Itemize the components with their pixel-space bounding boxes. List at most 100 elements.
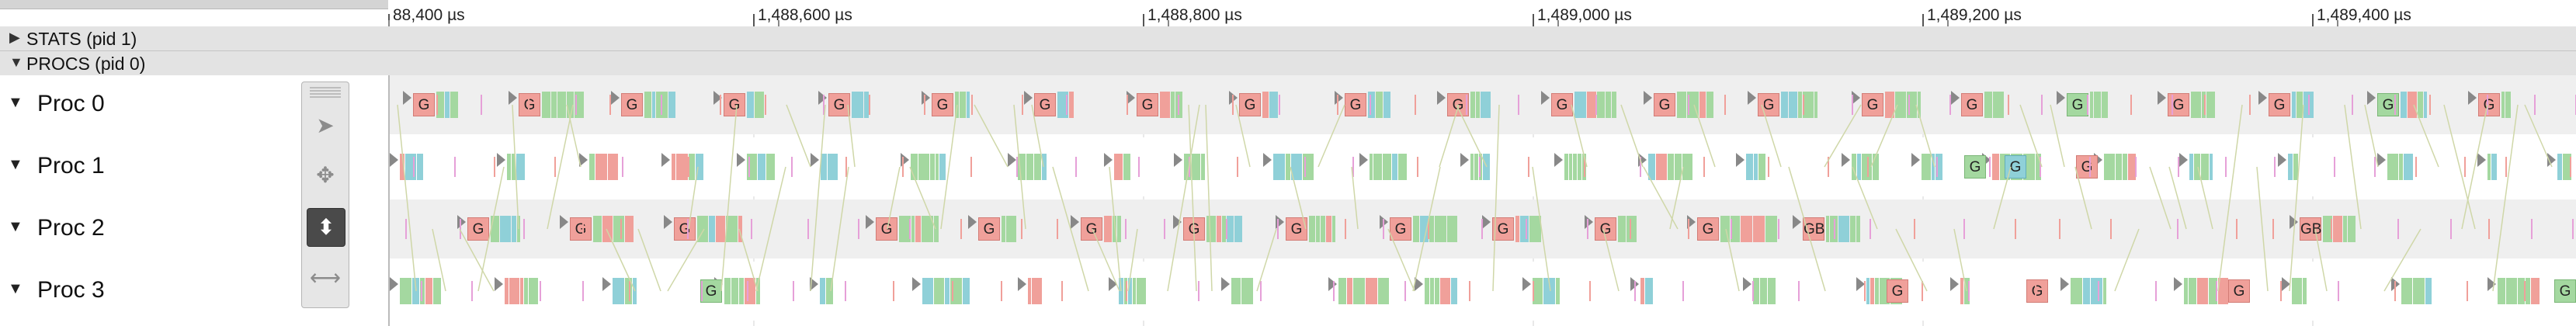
ruler-label: 1,489,400 µs (2317, 6, 2411, 24)
ruler-minor-tick (1557, 20, 1559, 26)
flow-arrow (2149, 166, 2172, 230)
collapse-arrow-icon[interactable]: ▼ (8, 156, 23, 174)
flow-arrow (1387, 228, 1415, 292)
flow-arrow (477, 166, 505, 292)
flow-arrow (1824, 104, 1862, 168)
ruler-minor-tick (2337, 20, 2338, 26)
flow-arrow (1031, 104, 1044, 168)
flow-arrow (1235, 104, 1251, 168)
timing-icon[interactable]: ⟷ (307, 259, 344, 297)
ruler-minor-tick (1947, 20, 1949, 26)
collapse-arrow-icon[interactable]: ▼ (8, 218, 23, 236)
flow-arrow (2383, 228, 2422, 292)
flow-arrow (2217, 104, 2243, 292)
flow-arrow (1620, 104, 1644, 168)
ruler-major-tick (753, 14, 755, 26)
ruler-minor-tick (1168, 20, 1169, 26)
flow-arrow (1602, 228, 1620, 292)
ruler-label: 1,488,800 µs (1147, 6, 1242, 24)
flow-arrow (1643, 166, 1679, 230)
flow-arrow (1895, 228, 1928, 292)
flow-arrow (2019, 104, 2043, 168)
flow-arrow (909, 166, 936, 230)
flow-arrow (2050, 104, 2065, 168)
flow-arrow (1318, 104, 1345, 168)
flow-arrow (1852, 166, 1878, 230)
flow-arrow (940, 104, 958, 230)
flow-arrow (1761, 104, 1782, 168)
flow-arrow (1290, 166, 1307, 230)
flow-arrow (566, 104, 582, 168)
time-ruler[interactable]: 88,400 µs 1,488,600 µs 1,488,800 µs 1,489,0… (388, 0, 2576, 27)
ruler-label: 1,488,600 µs (758, 6, 852, 24)
ruler-label: 1,489,200 µs (1927, 6, 2022, 24)
flow-arrow (1052, 166, 1089, 292)
flow-arrow (974, 104, 1009, 168)
flow-arrow (2344, 104, 2362, 230)
flow-arrow (1915, 104, 1935, 168)
ruler-label: 1,489,000 µs (1537, 6, 1632, 24)
collapse-arrow-icon[interactable]: ▼ (9, 54, 23, 71)
flow-arrow (1953, 228, 1967, 292)
flow-arrow (1725, 228, 1740, 292)
thread-name: Proc 1 (37, 153, 105, 179)
flow-arrow (2256, 166, 2269, 292)
flow-arrow (667, 228, 705, 292)
toolbox-drag-handle[interactable] (310, 87, 341, 98)
flow-arrow (1351, 166, 1359, 230)
pointer-icon[interactable]: ➤ (307, 107, 344, 144)
process-header-label: STATS (pid 1) (26, 29, 137, 49)
flow-arrow (1993, 166, 2012, 230)
flow-arrow (2074, 166, 2092, 230)
expand-arrow-icon[interactable]: ▶ (9, 29, 20, 46)
process-header-label: PROCS (pid 0) (26, 54, 146, 74)
flow-arrow (1013, 104, 1026, 230)
flow-arrow (720, 104, 738, 292)
ruler-major-tick (1533, 14, 1534, 26)
flow-arrow (755, 166, 786, 292)
ruler-major-tick (1922, 14, 1924, 26)
flow-arrow (1669, 166, 1684, 230)
flow-arrow (2524, 104, 2553, 168)
flow-arrow (2289, 104, 2304, 292)
timeline-track-area[interactable]: GGGGGGGGGGGGGGGGGGGGG GGG GGGGGGGGGGGGGB… (390, 75, 2576, 326)
flow-arrow (1256, 228, 1277, 292)
flow-arrow (2314, 228, 2328, 292)
flow-arrow (1532, 166, 1551, 292)
flow-arrow (1127, 228, 1138, 292)
flow-arrow (1412, 166, 1441, 292)
flow-arrow (606, 228, 636, 292)
pan-icon[interactable]: ✥ (307, 157, 344, 194)
flow-arrow (738, 228, 759, 292)
process-header-procs[interactable]: ▼ PROCS (pid 0) (0, 51, 2576, 76)
flow-arrow (397, 104, 417, 292)
flow-arrow (2364, 104, 2379, 168)
mouse-mode-toolbox: ➤ ✥ ⬍ ⟷ (301, 82, 349, 308)
flow-arrow (547, 104, 574, 230)
flow-arrow (1788, 166, 1826, 292)
ruler-minor-tick (778, 20, 779, 26)
ruler-major-tick (1143, 14, 1144, 26)
flow-arrow (688, 166, 699, 230)
ruler-minor-tick (388, 20, 390, 26)
collapse-arrow-icon[interactable]: ▼ (8, 280, 23, 298)
thread-name: Proc 2 (37, 215, 105, 241)
flow-arrow (2413, 104, 2439, 168)
flow-arrow (847, 104, 856, 168)
flow-arrow (1870, 104, 1898, 168)
flow-arrow (1205, 104, 1213, 292)
flow-arrow (2168, 166, 2187, 230)
flow-arrow (786, 104, 811, 168)
flow-arrow (2197, 166, 2213, 230)
flow-arrow (1092, 228, 1120, 292)
flow-arrow (2461, 104, 2488, 230)
thread-name: Proc 3 (37, 277, 105, 303)
flow-arrows (397, 104, 2553, 292)
process-header-stats[interactable]: ▶ STATS (pid 1) (0, 26, 2576, 51)
collapse-arrow-icon[interactable]: ▼ (8, 94, 23, 112)
zoom-icon[interactable]: ⬍ (307, 208, 345, 247)
flow-arrow (2492, 104, 2519, 292)
ruler-major-tick (2312, 14, 2314, 26)
flow-arrow (1693, 104, 1716, 168)
thread-name: Proc 0 (37, 91, 105, 116)
